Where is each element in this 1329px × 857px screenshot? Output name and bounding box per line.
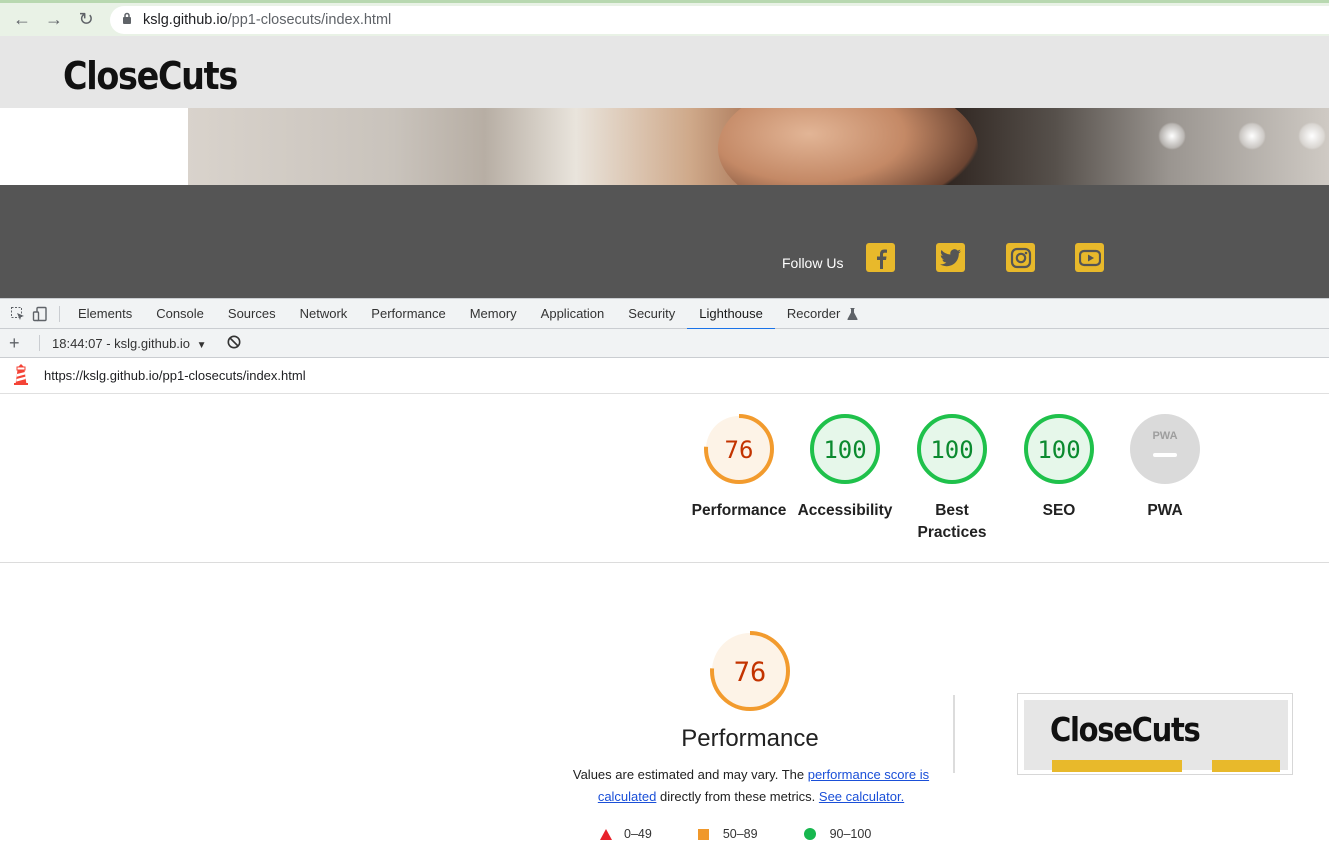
legend-pass: 90–100 bbox=[803, 827, 872, 841]
square-icon bbox=[697, 828, 709, 840]
new-report-icon[interactable]: + bbox=[9, 334, 27, 352]
reload-icon[interactable]: ↻ bbox=[70, 5, 102, 35]
twitter-icon[interactable] bbox=[936, 243, 965, 272]
screenshot-thumbnail[interactable]: CloseCuts bbox=[1017, 693, 1293, 775]
inspect-element-icon[interactable] bbox=[7, 303, 29, 325]
gauge-ring: 76 bbox=[710, 631, 790, 711]
report-selector[interactable]: 18:44:07 - kslg.github.io ▼ bbox=[52, 336, 207, 351]
score-legend: 0–49 50–89 90–100 bbox=[600, 827, 917, 841]
lighthouse-toolbar: + 18:44:07 - kslg.github.io ▼ bbox=[0, 329, 1329, 358]
legend-label: 90–100 bbox=[829, 827, 872, 841]
performance-gauge-large[interactable]: 76 bbox=[708, 629, 792, 718]
thumbnail-nav-button bbox=[1212, 760, 1280, 772]
tab-lighthouse[interactable]: Lighthouse bbox=[687, 299, 775, 330]
gauge-label: SEO bbox=[1042, 502, 1076, 519]
performance-description: Values are estimated and may vary. The p… bbox=[568, 764, 934, 808]
flask-icon bbox=[847, 301, 858, 331]
gauge-label: Best Practices bbox=[917, 502, 987, 541]
gauge-score: 100 bbox=[823, 436, 866, 464]
section-divider bbox=[0, 562, 1329, 563]
gauge-ring: 100 bbox=[917, 414, 987, 484]
tab-application[interactable]: Application bbox=[529, 299, 617, 329]
tab-console[interactable]: Console bbox=[144, 299, 216, 329]
thumbnail-header: CloseCuts bbox=[1024, 700, 1288, 772]
legend-label: 50–89 bbox=[722, 827, 758, 841]
gauge-ring: PWA bbox=[1130, 414, 1200, 484]
site-logo[interactable]: CloseCuts bbox=[63, 54, 238, 98]
see-calculator-link[interactable]: See calculator. bbox=[819, 789, 904, 804]
tab-network[interactable]: Network bbox=[288, 299, 360, 329]
forward-icon[interactable]: → bbox=[38, 5, 70, 35]
tab-recorder-label: Recorder bbox=[786, 305, 841, 321]
back-icon[interactable]: ← bbox=[6, 5, 38, 35]
lighthouse-logo-icon bbox=[12, 363, 30, 388]
legend-average: 50–89 bbox=[697, 827, 758, 841]
gauge-score: 100 bbox=[1037, 436, 1080, 464]
hero-gap bbox=[0, 108, 188, 185]
legend-label: 0–49 bbox=[624, 827, 652, 841]
gauge-seo[interactable]: 100 SEO bbox=[1009, 412, 1109, 522]
toolbar-divider bbox=[59, 305, 60, 322]
device-toggle-icon[interactable] bbox=[29, 303, 51, 325]
clear-all-icon[interactable] bbox=[227, 335, 241, 352]
gauge-label: PWA bbox=[1147, 502, 1183, 519]
performance-title: Performance bbox=[681, 725, 819, 752]
report-url-row: https://kslg.github.io/pp1-closecuts/ind… bbox=[0, 358, 1329, 394]
vertical-divider bbox=[953, 695, 955, 773]
hero-light bbox=[1158, 122, 1186, 150]
gauge-ring: 100 bbox=[810, 414, 880, 484]
hero-photo-subject bbox=[718, 108, 978, 185]
gauge-performance[interactable]: 76 Performance bbox=[689, 412, 789, 522]
tab-elements[interactable]: Elements bbox=[66, 299, 144, 329]
gauge-ring: 100 bbox=[1024, 414, 1094, 484]
desc-text: directly from these metrics. bbox=[656, 789, 819, 804]
gauge-score: 76 bbox=[734, 657, 767, 688]
follow-us-label: Follow Us bbox=[782, 255, 844, 271]
tab-performance[interactable]: Performance bbox=[359, 299, 457, 329]
toolbar-divider bbox=[39, 335, 40, 351]
tab-sources[interactable]: Sources bbox=[216, 299, 288, 329]
lock-icon bbox=[122, 12, 136, 28]
tab-memory[interactable]: Memory bbox=[458, 299, 529, 329]
pwa-badge-icon: PWA bbox=[1152, 430, 1177, 442]
report-selector-value: 18:44:07 - kslg.github.io bbox=[52, 335, 191, 351]
thumbnail-nav-button bbox=[1052, 760, 1182, 772]
gauge-ring: 76 bbox=[704, 414, 774, 484]
desc-text: Values are estimated and may vary. The bbox=[572, 767, 808, 782]
hero-image bbox=[188, 108, 1329, 185]
thumbnail-logo: CloseCuts bbox=[1050, 710, 1201, 749]
tab-recorder[interactable]: Recorder bbox=[775, 299, 870, 329]
youtube-icon[interactable] bbox=[1075, 243, 1104, 272]
browser-toolbar: ← → ↻ kslg.github.io/pp1-closecuts/index… bbox=[0, 0, 1329, 36]
facebook-icon[interactable] bbox=[866, 243, 895, 272]
gauge-accessibility[interactable]: 100 Accessibility bbox=[795, 412, 895, 522]
pwa-dash-icon bbox=[1153, 453, 1177, 457]
circle-icon bbox=[803, 828, 816, 840]
hero-light bbox=[1238, 122, 1266, 150]
site-footer: Follow Us bbox=[0, 185, 1329, 298]
url-host: kslg.github.io bbox=[143, 12, 228, 28]
url-path: /pp1-closecuts/index.html bbox=[227, 12, 392, 28]
gauge-label: Accessibility bbox=[797, 502, 893, 519]
gauge-label: Performance bbox=[691, 502, 787, 519]
address-bar[interactable]: kslg.github.io/pp1-closecuts/index.html bbox=[110, 6, 1329, 34]
report-url[interactable]: https://kslg.github.io/pp1-closecuts/ind… bbox=[44, 368, 306, 383]
site-header: CloseCuts bbox=[0, 36, 1329, 108]
gauge-score: 100 bbox=[930, 436, 973, 464]
gauge-score: 76 bbox=[725, 436, 754, 464]
tab-security[interactable]: Security bbox=[616, 299, 687, 329]
gauge-pwa[interactable]: PWA PWA bbox=[1115, 412, 1215, 522]
gauge-best-practices[interactable]: 100 Best Practices bbox=[902, 412, 1002, 544]
triangle-icon bbox=[600, 828, 612, 840]
hero-light bbox=[1298, 122, 1326, 150]
legend-fail: 0–49 bbox=[600, 827, 652, 841]
dropdown-arrow-icon: ▼ bbox=[196, 339, 207, 351]
instagram-icon[interactable] bbox=[1006, 243, 1035, 272]
devtools-tab-bar: Elements Console Sources Network Perform… bbox=[0, 298, 1329, 330]
site-viewport: CloseCuts Follow Us bbox=[0, 36, 1329, 298]
